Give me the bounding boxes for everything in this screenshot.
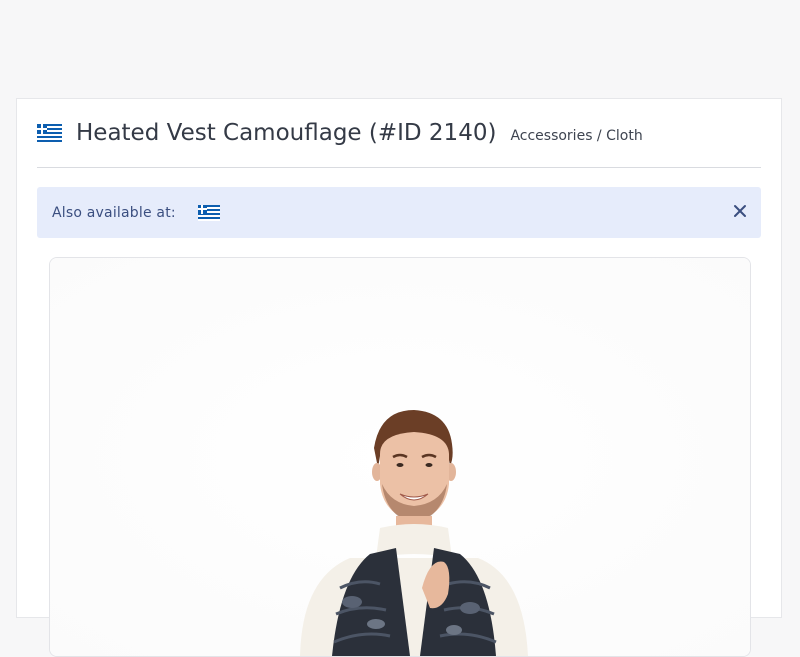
close-icon[interactable] [733,204,747,218]
availability-alert: Also available at: [37,187,761,238]
greek-flag-icon [37,124,62,142]
greek-flag-icon[interactable] [197,204,220,221]
product-category[interactable]: Accessories / Cloth [510,128,642,144]
product-image[interactable] [49,257,751,657]
availability-label: Also available at: [52,204,176,221]
product-card: Heated Vest Camouflage (#ID 2140) Access… [16,98,782,657]
product-photo [50,258,750,656]
product-header: Heated Vest Camouflage (#ID 2140) Access… [37,99,761,168]
product-title: Heated Vest Camouflage (#ID 2140) [76,120,497,146]
